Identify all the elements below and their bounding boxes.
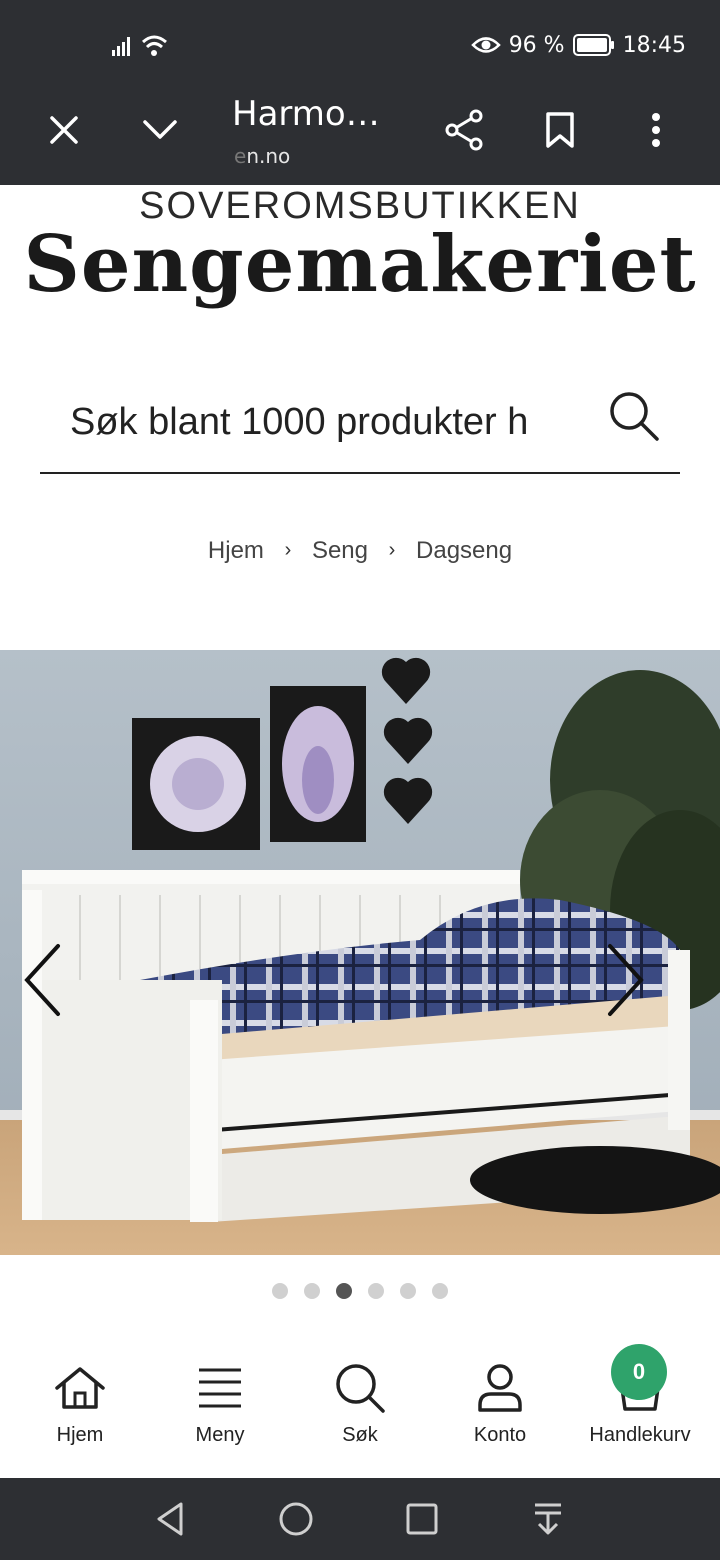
- home-icon: [55, 1367, 105, 1409]
- back-button[interactable]: [145, 1496, 195, 1542]
- logo-title: Sengemakeriet: [23, 219, 697, 310]
- pull-down-icon: [535, 1503, 561, 1535]
- home-circle-icon: [279, 1502, 313, 1536]
- chevron-right-icon: [608, 944, 644, 1016]
- breadcrumb: Hjem › Seng › Dagseng: [0, 536, 720, 565]
- home-system-button[interactable]: [271, 1496, 321, 1542]
- search-button[interactable]: [604, 386, 664, 446]
- breadcrumb-item-dagseng[interactable]: Dagseng: [416, 537, 512, 565]
- breadcrumb-item-home[interactable]: Hjem: [208, 537, 264, 565]
- carousel-dot[interactable]: [400, 1283, 416, 1299]
- tab-home[interactable]: Hjem: [10, 1358, 150, 1458]
- battery-percent: 96 %: [508, 32, 565, 58]
- page-title: Harmo…: [232, 94, 380, 134]
- carousel-dot[interactable]: [272, 1283, 288, 1299]
- tab-label: Søk: [342, 1424, 378, 1446]
- more-vertical-icon: [652, 113, 660, 147]
- collapse-button[interactable]: [130, 102, 190, 158]
- product-image-carousel[interactable]: [0, 650, 720, 1255]
- notification-pull-button[interactable]: [523, 1496, 573, 1542]
- carousel-dot[interactable]: [368, 1283, 384, 1299]
- eye-comfort-icon: [470, 37, 501, 53]
- carousel-dot[interactable]: [432, 1283, 448, 1299]
- account-icon: [478, 1364, 522, 1412]
- tab-label: Handlekurv: [589, 1424, 691, 1446]
- back-triangle-icon: [157, 1502, 183, 1536]
- carousel-dot[interactable]: [336, 1283, 352, 1299]
- next-image-button[interactable]: [596, 940, 656, 1020]
- search-input[interactable]: [70, 394, 548, 450]
- share-button[interactable]: [434, 102, 494, 158]
- browser-top-bar: 96 % 18:45 Harmo… en.no: [0, 0, 720, 185]
- search-icon: [336, 1364, 385, 1413]
- cart-count-badge: 0: [611, 1344, 667, 1400]
- share-icon: [445, 109, 483, 151]
- status-bar: 96 % 18:45: [0, 0, 720, 88]
- chevron-down-icon: [143, 120, 177, 139]
- menu-icon: [199, 1368, 241, 1408]
- page-url: en.no: [234, 144, 291, 168]
- tab-label: Konto: [473, 1424, 527, 1446]
- search-icon: [610, 392, 659, 441]
- more-options-button[interactable]: [626, 102, 686, 158]
- clock: 18:45: [622, 32, 686, 58]
- signal-wifi-icon: [112, 35, 167, 56]
- carousel-indicator: [0, 1283, 720, 1301]
- battery-icon: [572, 34, 614, 56]
- close-icon: [50, 116, 78, 144]
- bookmark-button[interactable]: [530, 102, 590, 158]
- store-logo[interactable]: SOVEROMSBUTIKKEN Sengemakeriet: [0, 185, 720, 345]
- tab-search[interactable]: Søk: [290, 1358, 430, 1458]
- bookmark-icon: [546, 112, 574, 148]
- close-tab-button[interactable]: [34, 102, 94, 158]
- recents-button[interactable]: [397, 1496, 447, 1542]
- chevron-right-icon: ›: [388, 539, 396, 562]
- tab-label: Hjem: [56, 1424, 104, 1446]
- chevron-right-icon: ›: [284, 539, 292, 562]
- tab-account[interactable]: Konto: [430, 1358, 570, 1458]
- recents-square-icon: [406, 1503, 438, 1535]
- search-bar: [40, 380, 680, 474]
- carousel-dot[interactable]: [304, 1283, 320, 1299]
- chevron-left-icon: [24, 944, 60, 1016]
- tab-label: Meny: [195, 1424, 245, 1446]
- prev-image-button[interactable]: [12, 940, 72, 1020]
- browser-nav: Harmo… en.no: [0, 88, 720, 185]
- system-navigation-bar: [0, 1478, 720, 1560]
- tab-menu[interactable]: Meny: [150, 1358, 290, 1458]
- breadcrumb-item-seng[interactable]: Seng: [312, 537, 368, 565]
